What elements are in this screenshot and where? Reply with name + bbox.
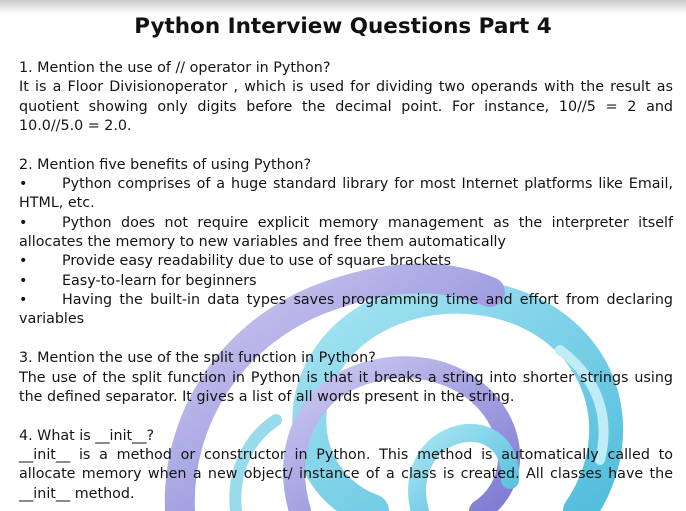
question-3: 3. Mention the use of the split function…	[19, 350, 376, 367]
bullet-text: Python does not require explicit memory …	[19, 214, 673, 251]
document: Python Interview Questions Part 4 1. Men…	[0, 0, 686, 511]
question-4: 4. What is __init__?	[19, 427, 155, 444]
question-2: 2. Mention five benefits of using Python…	[19, 156, 312, 173]
bullet-symbol: •	[19, 176, 28, 193]
answer-4: __init__ is a method or constructor in P…	[19, 446, 673, 502]
bullet-symbol: •	[19, 292, 28, 309]
bullet-symbol: •	[19, 272, 28, 289]
bullet-text: Python comprises of a huge standard libr…	[19, 176, 673, 212]
bullet-text: Easy-to-learn for beginners	[62, 272, 257, 289]
document-body: 1. Mention the use of // operator in Pyt…	[19, 59, 673, 504]
bullet-text: Provide easy readability due to use of s…	[62, 253, 452, 270]
bullet-item: • Python does not require explicit memory…	[19, 214, 673, 253]
bullet-text: Having the built-in data types saves pro…	[19, 292, 673, 328]
answer-3: The use of the split function in Python …	[19, 369, 673, 405]
answer-1: It is a Floor Divisionoperator , which i…	[19, 79, 673, 135]
bullet-item: • Having the built-in data types saves pr…	[19, 291, 673, 330]
bullet-symbol: •	[19, 214, 28, 231]
bullet-item: • Python comprises of a huge standard lib…	[19, 175, 673, 214]
bullet-item: • Easy-to-learn for beginners	[19, 272, 673, 291]
question-1: 1. Mention the use of // operator in Pyt…	[19, 60, 331, 76]
page-title: Python Interview Questions Part 4	[134, 14, 552, 39]
bullet-symbol: •	[19, 253, 28, 270]
bullet-item: • Provide easy readability due to use of …	[19, 252, 673, 271]
